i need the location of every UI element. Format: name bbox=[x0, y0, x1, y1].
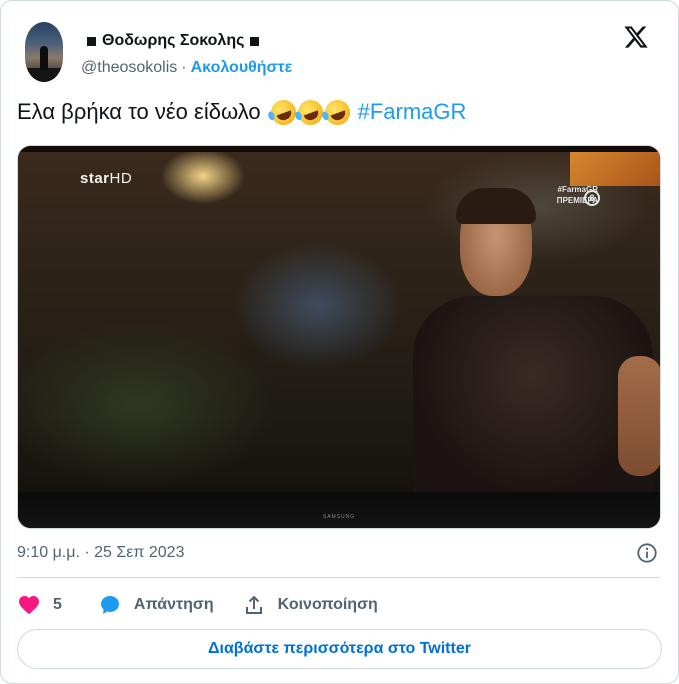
read-more-button[interactable]: Διαβάστε περισσότερα στο Twitter bbox=[17, 629, 662, 669]
tweet-header: Θοδωρης Σοκολης @theosokolis · Ακολουθήσ… bbox=[17, 19, 662, 85]
tv-brand: SAMSUNG bbox=[322, 514, 356, 520]
author-name-row[interactable]: Θοδωρης Σοκολης bbox=[87, 31, 260, 51]
rofl-emoji-icon bbox=[321, 95, 354, 129]
tweet-text: Ελα βρήκα το νέο είδωλο #FarmaGR bbox=[17, 95, 467, 129]
person-hair bbox=[456, 188, 536, 224]
separator-dot: · bbox=[181, 59, 187, 76]
channel-logo-text: star bbox=[80, 170, 110, 187]
person-right-arm bbox=[618, 356, 660, 476]
like-button[interactable]: 5 bbox=[17, 593, 62, 617]
reply-bubble-icon bbox=[100, 596, 119, 614]
x-logo-icon[interactable] bbox=[622, 24, 650, 50]
avatar[interactable] bbox=[25, 22, 63, 82]
handle-row: @theosokolis · Ακολουθήστε bbox=[81, 59, 292, 77]
author-handle[interactable]: @theosokolis bbox=[81, 59, 177, 77]
emoji-group bbox=[267, 95, 354, 129]
share-button[interactable]: Κοινοποίηση bbox=[242, 593, 378, 617]
reply-label: Απάντηση bbox=[133, 596, 214, 613]
avatar-ground bbox=[25, 68, 63, 82]
tv-frame-top bbox=[18, 146, 660, 152]
tweet-media[interactable]: starHD #FarmaGR ΠΡΕΜΙΕΡΑ 8 SAMSUNG bbox=[17, 145, 661, 529]
person-shirt bbox=[413, 296, 653, 496]
hashtag-link[interactable]: #FarmaGR bbox=[358, 99, 467, 125]
divider bbox=[17, 577, 660, 578]
share-icon bbox=[245, 595, 262, 614]
reply-button[interactable]: Απάντηση bbox=[98, 593, 214, 617]
follow-link[interactable]: Ακολουθήστε bbox=[191, 59, 293, 77]
info-icon[interactable] bbox=[636, 542, 658, 564]
square-icon bbox=[250, 36, 260, 46]
tweet-card: Θοδωρης Σοκολης @theosokolis · Ακολουθήσ… bbox=[0, 0, 679, 684]
age-rating-badge: 8 bbox=[584, 190, 600, 206]
timestamp[interactable]: 9:10 μ.μ. · 25 Σεπ 2023 bbox=[17, 544, 184, 562]
tv-frame-bottom bbox=[18, 492, 660, 528]
avatar-figure bbox=[40, 46, 48, 70]
heart-icon bbox=[19, 596, 39, 615]
author-name[interactable]: Θοδωρης Σοκολης bbox=[102, 32, 244, 50]
channel-logo: starHD bbox=[80, 170, 132, 187]
action-bar: 5 Απάντηση Κοινοποίηση bbox=[17, 591, 378, 619]
tweet-body: Ελα βρήκα το νέο είδωλο bbox=[17, 99, 261, 124]
like-count: 5 bbox=[53, 596, 62, 613]
channel-logo-suffix: HD bbox=[109, 170, 133, 187]
wall-corner bbox=[570, 146, 660, 186]
square-icon bbox=[87, 36, 96, 46]
share-label: Κοινοποίηση bbox=[277, 596, 378, 613]
